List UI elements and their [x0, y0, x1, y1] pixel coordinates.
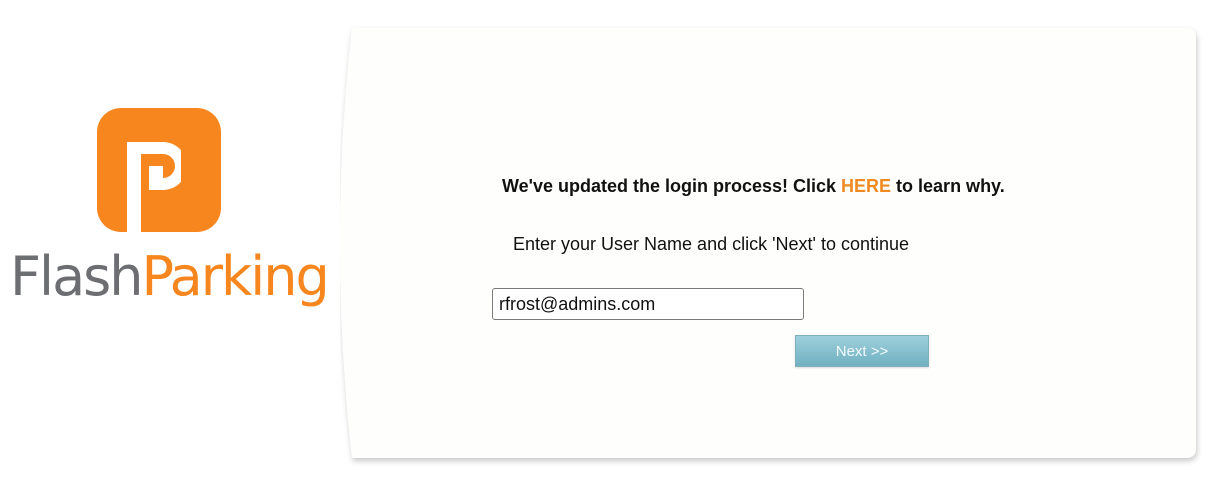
login-instruction: Enter your User Name and click 'Next' to… [513, 234, 910, 254]
brand-logo: FlashParking [10, 108, 330, 328]
flashparking-logo-icon [97, 108, 221, 232]
login-panel: We've updated the login process! Click H… [340, 24, 1212, 468]
brand-name-parking: Parking [141, 245, 330, 308]
notice-text-prefix: We've updated the login process! Click [502, 176, 842, 196]
login-notice: We've updated the login process! Click H… [502, 176, 1005, 197]
next-button[interactable]: Next >> [795, 335, 929, 367]
brand-name-flash: Flash [10, 245, 144, 308]
learn-why-link[interactable]: HERE [841, 176, 891, 196]
notice-text-suffix: to learn why. [891, 176, 1005, 196]
username-input[interactable] [492, 288, 804, 320]
brand-wordmark: FlashParking [10, 250, 330, 304]
